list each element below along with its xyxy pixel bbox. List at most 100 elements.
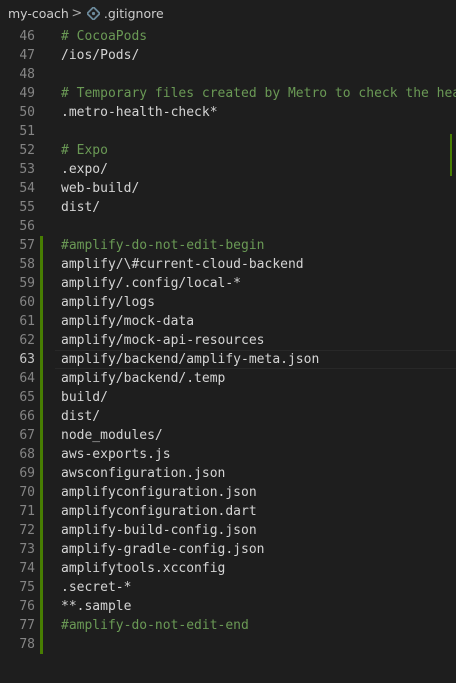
- git-added-indicator: [40, 388, 43, 407]
- code-text[interactable]: amplify/backend/.temp: [61, 369, 225, 388]
- code-line[interactable]: 67 node_modules/: [0, 426, 456, 445]
- code-line[interactable]: 57 #amplify-do-not-edit-begin: [0, 236, 456, 255]
- code-text[interactable]: build/: [61, 388, 108, 407]
- line-number: 60: [19, 295, 35, 310]
- code-text[interactable]: node_modules/: [61, 426, 163, 445]
- code-line[interactable]: 71 amplifyconfiguration.dart: [0, 502, 456, 521]
- line-number: 48: [19, 67, 35, 82]
- code-text[interactable]: amplify/mock-data: [61, 312, 194, 331]
- code-line[interactable]: 61 amplify/mock-data: [0, 312, 456, 331]
- line-number: 56: [19, 219, 35, 234]
- code-text[interactable]: web-build/: [61, 179, 139, 198]
- code-text[interactable]: **.sample: [61, 597, 131, 616]
- code-text[interactable]: amplify/logs: [61, 293, 155, 312]
- git-added-indicator: [40, 616, 43, 635]
- line-number: 63: [19, 352, 35, 367]
- code-line[interactable]: 50 .metro-health-check*: [0, 103, 456, 122]
- code-line[interactable]: 63 amplify/backend/amplify-meta.json: [0, 350, 456, 369]
- code-text[interactable]: dist/: [61, 407, 100, 426]
- code-text[interactable]: dist/: [61, 198, 100, 217]
- git-added-indicator: [40, 312, 43, 331]
- code-line[interactable]: 54 web-build/: [0, 179, 456, 198]
- git-added-indicator: [40, 407, 43, 426]
- line-number: 54: [19, 181, 35, 196]
- code-line[interactable]: 65 build/: [0, 388, 456, 407]
- code-text[interactable]: .metro-health-check*: [61, 103, 218, 122]
- code-line[interactable]: 70 amplifyconfiguration.json: [0, 483, 456, 502]
- code-lines[interactable]: 46 # CocoaPods 47/ios/Pods/48 49 # Temporary…: [0, 27, 456, 654]
- code-text[interactable]: amplify-build-config.json: [61, 521, 257, 540]
- code-line[interactable]: 58 amplify/\#current-cloud-backend: [0, 255, 456, 274]
- code-line[interactable]: 49 # Temporary files created by Metro to …: [0, 84, 456, 103]
- code-comment[interactable]: #amplify-do-not-edit-begin: [61, 236, 265, 255]
- git-added-indicator: [40, 521, 43, 540]
- code-line[interactable]: 47/ios/Pods/: [0, 46, 456, 65]
- code-line[interactable]: 66 dist/: [0, 407, 456, 426]
- code-text[interactable]: amplify/.config/local-*: [61, 274, 241, 293]
- code-text[interactable]: amplify/backend/amplify-meta.json: [61, 350, 319, 369]
- code-line[interactable]: 55 dist/: [0, 198, 456, 217]
- code-line[interactable]: 59 amplify/.config/local-*: [0, 274, 456, 293]
- code-text[interactable]: amplifyconfiguration.dart: [61, 502, 257, 521]
- breadcrumb: my-coach > .gitignore: [0, 0, 456, 26]
- code-line[interactable]: 73 amplify-gradle-config.json: [0, 540, 456, 559]
- code-line[interactable]: 75 .secret-*: [0, 578, 456, 597]
- git-added-indicator: [40, 559, 43, 578]
- git-added-indicator: [40, 464, 43, 483]
- code-text[interactable]: amplifyconfiguration.json: [61, 483, 257, 502]
- code-line[interactable]: 62 amplify/mock-api-resources: [0, 331, 456, 350]
- code-line[interactable]: 69 awsconfiguration.json: [0, 464, 456, 483]
- breadcrumb-file[interactable]: .gitignore: [104, 6, 164, 21]
- git-added-indicator: [40, 236, 43, 255]
- line-number: 68: [19, 447, 35, 462]
- line-number: 46: [19, 29, 35, 44]
- line-number: 77: [19, 618, 35, 633]
- line-number: 52: [19, 143, 35, 158]
- code-line[interactable]: 48: [0, 65, 456, 84]
- line-number: 70: [19, 485, 35, 500]
- code-text[interactable]: aws-exports.js: [61, 445, 171, 464]
- code-line[interactable]: 64 amplify/backend/.temp: [0, 369, 456, 388]
- code-comment[interactable]: # CocoaPods: [61, 27, 147, 46]
- code-line[interactable]: 53 .expo/: [0, 160, 456, 179]
- line-number: 62: [19, 333, 35, 348]
- code-text[interactable]: amplify-gradle-config.json: [61, 540, 265, 559]
- code-line[interactable]: 76 **.sample: [0, 597, 456, 616]
- code-text[interactable]: awsconfiguration.json: [61, 464, 225, 483]
- code-text[interactable]: .expo/: [61, 160, 108, 179]
- code-line[interactable]: 51: [0, 122, 456, 141]
- gitignore-icon: [87, 6, 101, 20]
- code-comment[interactable]: #amplify-do-not-edit-end: [61, 616, 249, 635]
- git-added-indicator: [40, 578, 43, 597]
- code-line[interactable]: 77 #amplify-do-not-edit-end: [0, 616, 456, 635]
- code-line[interactable]: 56: [0, 217, 456, 236]
- code-text[interactable]: amplify/\#current-cloud-backend: [61, 255, 304, 274]
- line-number: 76: [19, 599, 35, 614]
- code-comment[interactable]: # Expo: [61, 141, 108, 160]
- line-number: 72: [19, 523, 35, 538]
- line-number: 49: [19, 86, 35, 101]
- overview-ruler-change-marker: [450, 134, 452, 176]
- code-line[interactable]: 60 amplify/logs: [0, 293, 456, 312]
- code-editor[interactable]: my-coach > .gitignore 46 # CocoaPods 47/io…: [0, 0, 456, 683]
- code-line[interactable]: 74 amplifytools.xcconfig: [0, 559, 456, 578]
- line-number: 47: [19, 48, 35, 63]
- git-added-indicator: [40, 483, 43, 502]
- code-line[interactable]: 52 # Expo: [0, 141, 456, 160]
- chevron-right-icon: >: [71, 5, 83, 21]
- git-added-indicator: [40, 350, 43, 369]
- code-line[interactable]: 46 # CocoaPods: [0, 27, 456, 46]
- code-text[interactable]: .secret-*: [61, 578, 131, 597]
- line-number: 73: [19, 542, 35, 557]
- code-text[interactable]: amplify/mock-api-resources: [61, 331, 265, 350]
- line-number: 57: [19, 238, 35, 253]
- code-line[interactable]: 68 aws-exports.js: [0, 445, 456, 464]
- line-number: 61: [19, 314, 35, 329]
- code-line[interactable]: 78: [0, 635, 456, 654]
- code-comment[interactable]: # Temporary files created by Metro to ch…: [61, 84, 456, 103]
- code-line[interactable]: 72 amplify-build-config.json: [0, 521, 456, 540]
- line-number: 55: [19, 200, 35, 215]
- breadcrumb-folder[interactable]: my-coach: [8, 6, 69, 21]
- code-text[interactable]: amplifytools.xcconfig: [61, 559, 225, 578]
- code-text[interactable]: /ios/Pods/: [61, 46, 139, 65]
